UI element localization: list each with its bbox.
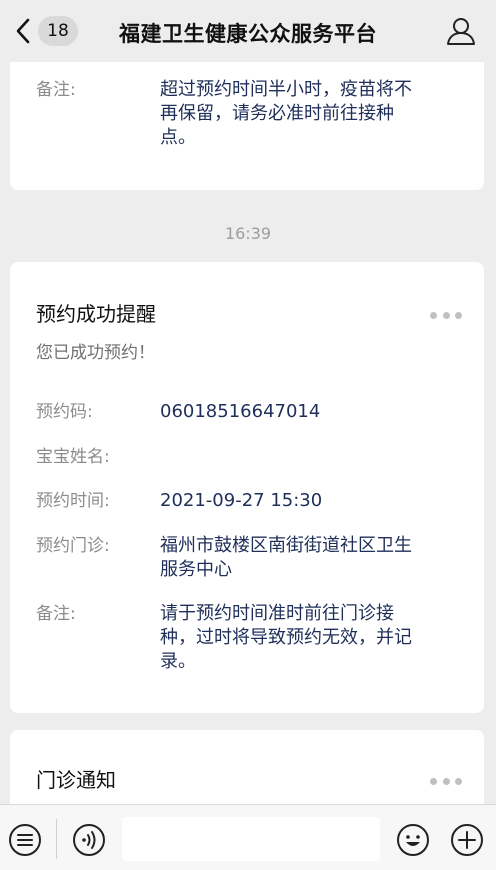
clinic-value: 福州市鼓楼区南街街道社区卫生 服务中心 bbox=[160, 534, 464, 582]
more-options-icon[interactable] bbox=[430, 776, 462, 786]
card-title: 预约成功提醒 bbox=[36, 302, 156, 326]
field-label: 备注: bbox=[36, 604, 76, 624]
note-label: 备注: bbox=[36, 80, 76, 100]
card-title: 门诊通知 bbox=[36, 768, 116, 792]
menu-list-icon[interactable] bbox=[8, 823, 42, 857]
message-input[interactable] bbox=[122, 817, 380, 861]
note-line: 请于预约时间准时前往门诊接 bbox=[160, 603, 394, 624]
voice-icon[interactable] bbox=[72, 823, 106, 857]
field-label: 预约时间: bbox=[36, 491, 110, 511]
appointment-success-card[interactable]: 预约成功提醒 您已成功预约！ 预约码: 06018516647014 宝宝姓名:… bbox=[10, 262, 484, 713]
top-bar: 18 福建卫生健康公众服务平台 bbox=[0, 0, 496, 62]
user-icon[interactable] bbox=[446, 16, 476, 46]
divider bbox=[56, 819, 57, 859]
clinic-line: 福州市鼓楼区南街街道社区卫生 bbox=[160, 535, 412, 556]
note-value: 请于预约时间准时前往门诊接 种，过时将导致预约无效，并记 录。 bbox=[160, 602, 464, 674]
previous-message-card: 备注: 超过预约时间半小时，疫苗将不 再保留，请务必准时前往接种 点。 bbox=[10, 62, 484, 190]
field-row-appointment-time: 预约时间: 2021-09-27 15:30 bbox=[36, 489, 464, 513]
clinic-notice-card[interactable]: 门诊通知 bbox=[10, 730, 484, 810]
bottom-input-bar bbox=[0, 804, 496, 870]
field-row-note: 备注: 请于预约时间准时前往门诊接 种，过时将导致预约无效，并记 录。 bbox=[36, 602, 464, 674]
baby-name-value bbox=[160, 445, 464, 469]
field-label: 宝宝姓名: bbox=[36, 447, 110, 467]
appointment-code-value: 06018516647014 bbox=[160, 401, 321, 422]
note-value: 超过预约时间半小时，疫苗将不 再保留，请务必准时前往接种 点。 bbox=[160, 78, 464, 150]
field-label: 预约门诊: bbox=[36, 536, 110, 556]
note-line: 录。 bbox=[160, 651, 196, 672]
appointment-time-value: 2021-09-27 15:30 bbox=[160, 490, 323, 511]
emoji-icon[interactable] bbox=[396, 823, 430, 857]
field-label: 预约码: bbox=[36, 402, 93, 422]
more-options-icon[interactable] bbox=[430, 310, 462, 320]
field-row-appointment-code: 预约码: 06018516647014 bbox=[36, 400, 464, 424]
note-line: 超过预约时间半小时，疫苗将不 bbox=[160, 79, 412, 100]
note-line: 再保留，请务必准时前往接种 bbox=[160, 103, 394, 124]
message-timestamp: 16:39 bbox=[224, 224, 272, 243]
clinic-line: 服务中心 bbox=[160, 559, 232, 580]
note-row: 备注: 超过预约时间半小时，疫苗将不 再保留，请务必准时前往接种 点。 bbox=[36, 78, 464, 150]
plus-circle-icon[interactable] bbox=[450, 823, 484, 857]
field-row-clinic: 预约门诊: 福州市鼓楼区南街街道社区卫生 服务中心 bbox=[36, 534, 464, 582]
field-row-baby-name: 宝宝姓名: bbox=[36, 445, 464, 469]
page-title: 福建卫生健康公众服务平台 bbox=[119, 22, 377, 46]
note-line: 点。 bbox=[160, 127, 196, 148]
note-line: 种，过时将导致预约无效，并记 bbox=[160, 627, 412, 648]
card-subtitle: 您已成功预约！ bbox=[36, 343, 155, 363]
